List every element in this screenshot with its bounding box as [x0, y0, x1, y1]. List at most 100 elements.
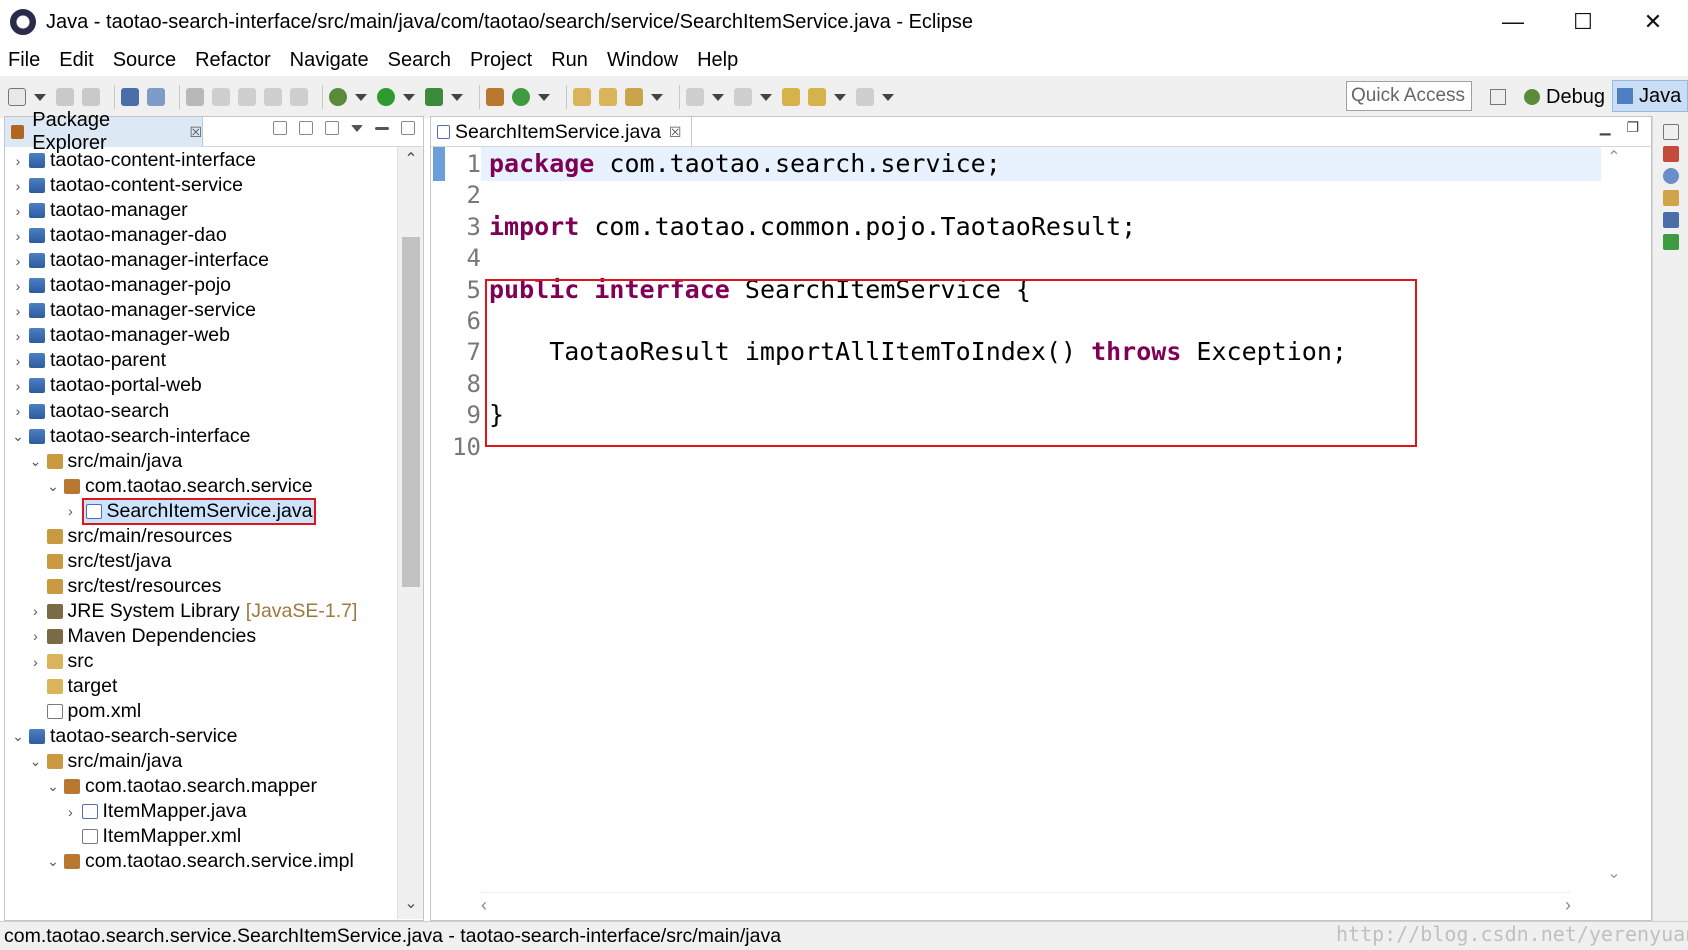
hierarchy-icon[interactable]	[1662, 234, 1679, 250]
tree-item[interactable]: › taotao-manager-pojo	[11, 272, 231, 299]
new-dropdown-arrow-icon[interactable]	[34, 93, 46, 101]
menu-project[interactable]: Project	[470, 49, 532, 72]
task-list-icon[interactable]	[1662, 146, 1679, 162]
new-class-dropdown-arrow-icon[interactable]	[538, 93, 550, 101]
collapse-chevron-icon[interactable]: ›	[11, 203, 25, 219]
back-dropdown-arrow-icon[interactable]	[834, 93, 846, 101]
outline-icon[interactable]	[1662, 168, 1679, 184]
edit-icon[interactable]	[212, 88, 230, 106]
java-perspective-button[interactable]: Java	[1612, 80, 1688, 112]
expand-chevron-icon[interactable]: ⌄	[29, 453, 43, 470]
tree-item[interactable]: ⌄ com.taotao.search.service.impl	[46, 848, 354, 875]
menu-search[interactable]: Search	[388, 49, 451, 72]
scroll-up-icon[interactable]: ⌃	[398, 149, 424, 173]
package-explorer-tab[interactable]: Package Explorer ☒	[5, 109, 203, 154]
minimize-view-icon[interactable]	[375, 126, 389, 130]
menu-run[interactable]: Run	[551, 49, 588, 72]
collapse-chevron-icon[interactable]: ›	[11, 253, 25, 269]
collapse-chevron-icon[interactable]: ›	[11, 328, 25, 344]
tree-item[interactable]: pom.xml	[29, 698, 141, 725]
expand-chevron-icon[interactable]: ⌄	[11, 728, 25, 745]
tree-item[interactable]: › taotao-manager-web	[11, 322, 230, 349]
close-tab-icon[interactable]: ☒	[669, 124, 682, 141]
tree-item[interactable]: › taotao-parent	[11, 347, 166, 374]
expand-chevron-icon[interactable]: ⌄	[11, 428, 25, 445]
search-icon[interactable]	[625, 88, 643, 106]
tree-item[interactable]: target	[29, 673, 117, 700]
tree-item[interactable]: src/main/resources	[29, 523, 232, 550]
tree-item[interactable]: › JRE System Library [JavaSE-1.7]	[29, 598, 357, 625]
previous-annotation-dropdown-arrow-icon[interactable]	[760, 93, 772, 101]
problems-icon[interactable]	[1662, 190, 1679, 206]
close-button[interactable]: ✕	[1618, 0, 1688, 44]
maximize-view-icon[interactable]	[401, 121, 415, 135]
collapse-chevron-icon[interactable]: ›	[11, 278, 25, 294]
collapse-chevron-icon[interactable]: ›	[11, 153, 25, 169]
collapse-chevron-icon[interactable]: ›	[11, 378, 25, 394]
new-java-class-icon[interactable]	[512, 88, 530, 106]
maximize-button[interactable]: ☐	[1548, 0, 1618, 44]
minimize-editor-icon[interactable]: ▁	[1600, 119, 1611, 135]
external-tools-dropdown-arrow-icon[interactable]	[451, 93, 463, 101]
quick-access-input[interactable]: Quick Access	[1346, 81, 1472, 111]
show-whitespace-icon[interactable]	[290, 88, 308, 106]
collapse-chevron-icon[interactable]: ›	[11, 178, 25, 194]
link-with-editor-icon[interactable]	[299, 121, 313, 135]
tree-item[interactable]: › taotao-manager-service	[11, 297, 256, 324]
search-dropdown-arrow-icon[interactable]	[651, 93, 663, 101]
editor-tab-searchitemservice[interactable]: SearchItemService.java ☒	[431, 117, 693, 147]
tree-item[interactable]: src/test/resources	[29, 573, 221, 600]
tree-item[interactable]: src/test/java	[29, 548, 172, 575]
tree-item[interactable]: › Maven Dependencies	[29, 623, 256, 650]
close-tab-icon[interactable]: ☒	[189, 124, 202, 141]
tree-item[interactable]: › SearchItemService.java	[64, 497, 317, 525]
view-menu-icon[interactable]	[351, 124, 363, 132]
new-icon[interactable]	[8, 88, 26, 106]
scroll-left-icon[interactable]: ‹	[481, 895, 487, 916]
tree-item[interactable]: ⌄ src/main/java	[29, 448, 183, 475]
open-task-icon[interactable]	[599, 88, 617, 106]
collapse-chevron-icon[interactable]: ›	[11, 228, 25, 244]
maximize-editor-icon[interactable]: ❐	[1626, 119, 1639, 135]
next-annotation-dropdown-arrow-icon[interactable]	[712, 93, 724, 101]
tree-item[interactable]: › src	[29, 648, 93, 675]
run-dropdown-arrow-icon[interactable]	[403, 93, 415, 101]
tree-item[interactable]: ⌄ taotao-search-interface	[11, 423, 250, 450]
tree-item[interactable]: › taotao-manager-interface	[11, 247, 269, 274]
expand-chevron-icon[interactable]: ⌄	[46, 478, 60, 495]
collapse-all-icon[interactable]	[273, 121, 287, 135]
menu-edit[interactable]: Edit	[59, 49, 93, 72]
scroll-up-icon[interactable]: ⌃	[1601, 147, 1627, 171]
scroll-down-icon[interactable]: ⌄	[398, 893, 424, 917]
expand-chevron-icon[interactable]: ⌄	[46, 853, 60, 870]
collapse-chevron-icon[interactable]: ›	[29, 654, 43, 670]
tree-item[interactable]: › taotao-portal-web	[11, 372, 202, 399]
editor-horizontal-scrollbar[interactable]: ‹ ›	[481, 892, 1571, 920]
terminal-icon[interactable]	[121, 88, 139, 106]
editor-vertical-scrollbar[interactable]: ⌃ ⌄	[1601, 147, 1625, 887]
tree-item[interactable]: › taotao-search	[11, 398, 170, 425]
tree-item[interactable]: ⌄ src/main/java	[29, 748, 183, 775]
back-icon[interactable]	[808, 88, 826, 106]
previous-annotation-icon[interactable]	[734, 88, 752, 106]
tree-item[interactable]: › taotao-manager-dao	[11, 222, 227, 249]
scrollbar-thumb[interactable]	[402, 237, 420, 587]
new-java-package-icon[interactable]	[486, 88, 504, 106]
expand-chevron-icon[interactable]: ⌄	[46, 778, 60, 795]
skip-breakpoints-icon[interactable]	[147, 88, 165, 106]
collapse-chevron-icon[interactable]: ›	[11, 303, 25, 319]
tree-item[interactable]: › taotao-manager	[11, 197, 188, 224]
last-edit-location-icon[interactable]	[782, 88, 800, 106]
package-explorer-scrollbar[interactable]: ⌃ ⌄	[397, 147, 423, 919]
collapse-chevron-icon[interactable]: ›	[29, 628, 43, 644]
tree-item[interactable]: ⌄ com.taotao.search.service	[46, 473, 312, 500]
scroll-right-icon[interactable]: ›	[1565, 895, 1571, 916]
tree-item[interactable]: › ItemMapper.java	[64, 798, 247, 825]
restore-icon[interactable]	[1662, 124, 1679, 140]
tree-item[interactable]: › taotao-content-interface	[11, 147, 256, 174]
minimize-button[interactable]: —	[1478, 0, 1548, 44]
menu-source[interactable]: Source	[113, 49, 176, 72]
tree-item[interactable]: ItemMapper.xml	[64, 823, 241, 850]
menu-refactor[interactable]: Refactor	[195, 49, 271, 72]
debug-dropdown-arrow-icon[interactable]	[355, 93, 367, 101]
